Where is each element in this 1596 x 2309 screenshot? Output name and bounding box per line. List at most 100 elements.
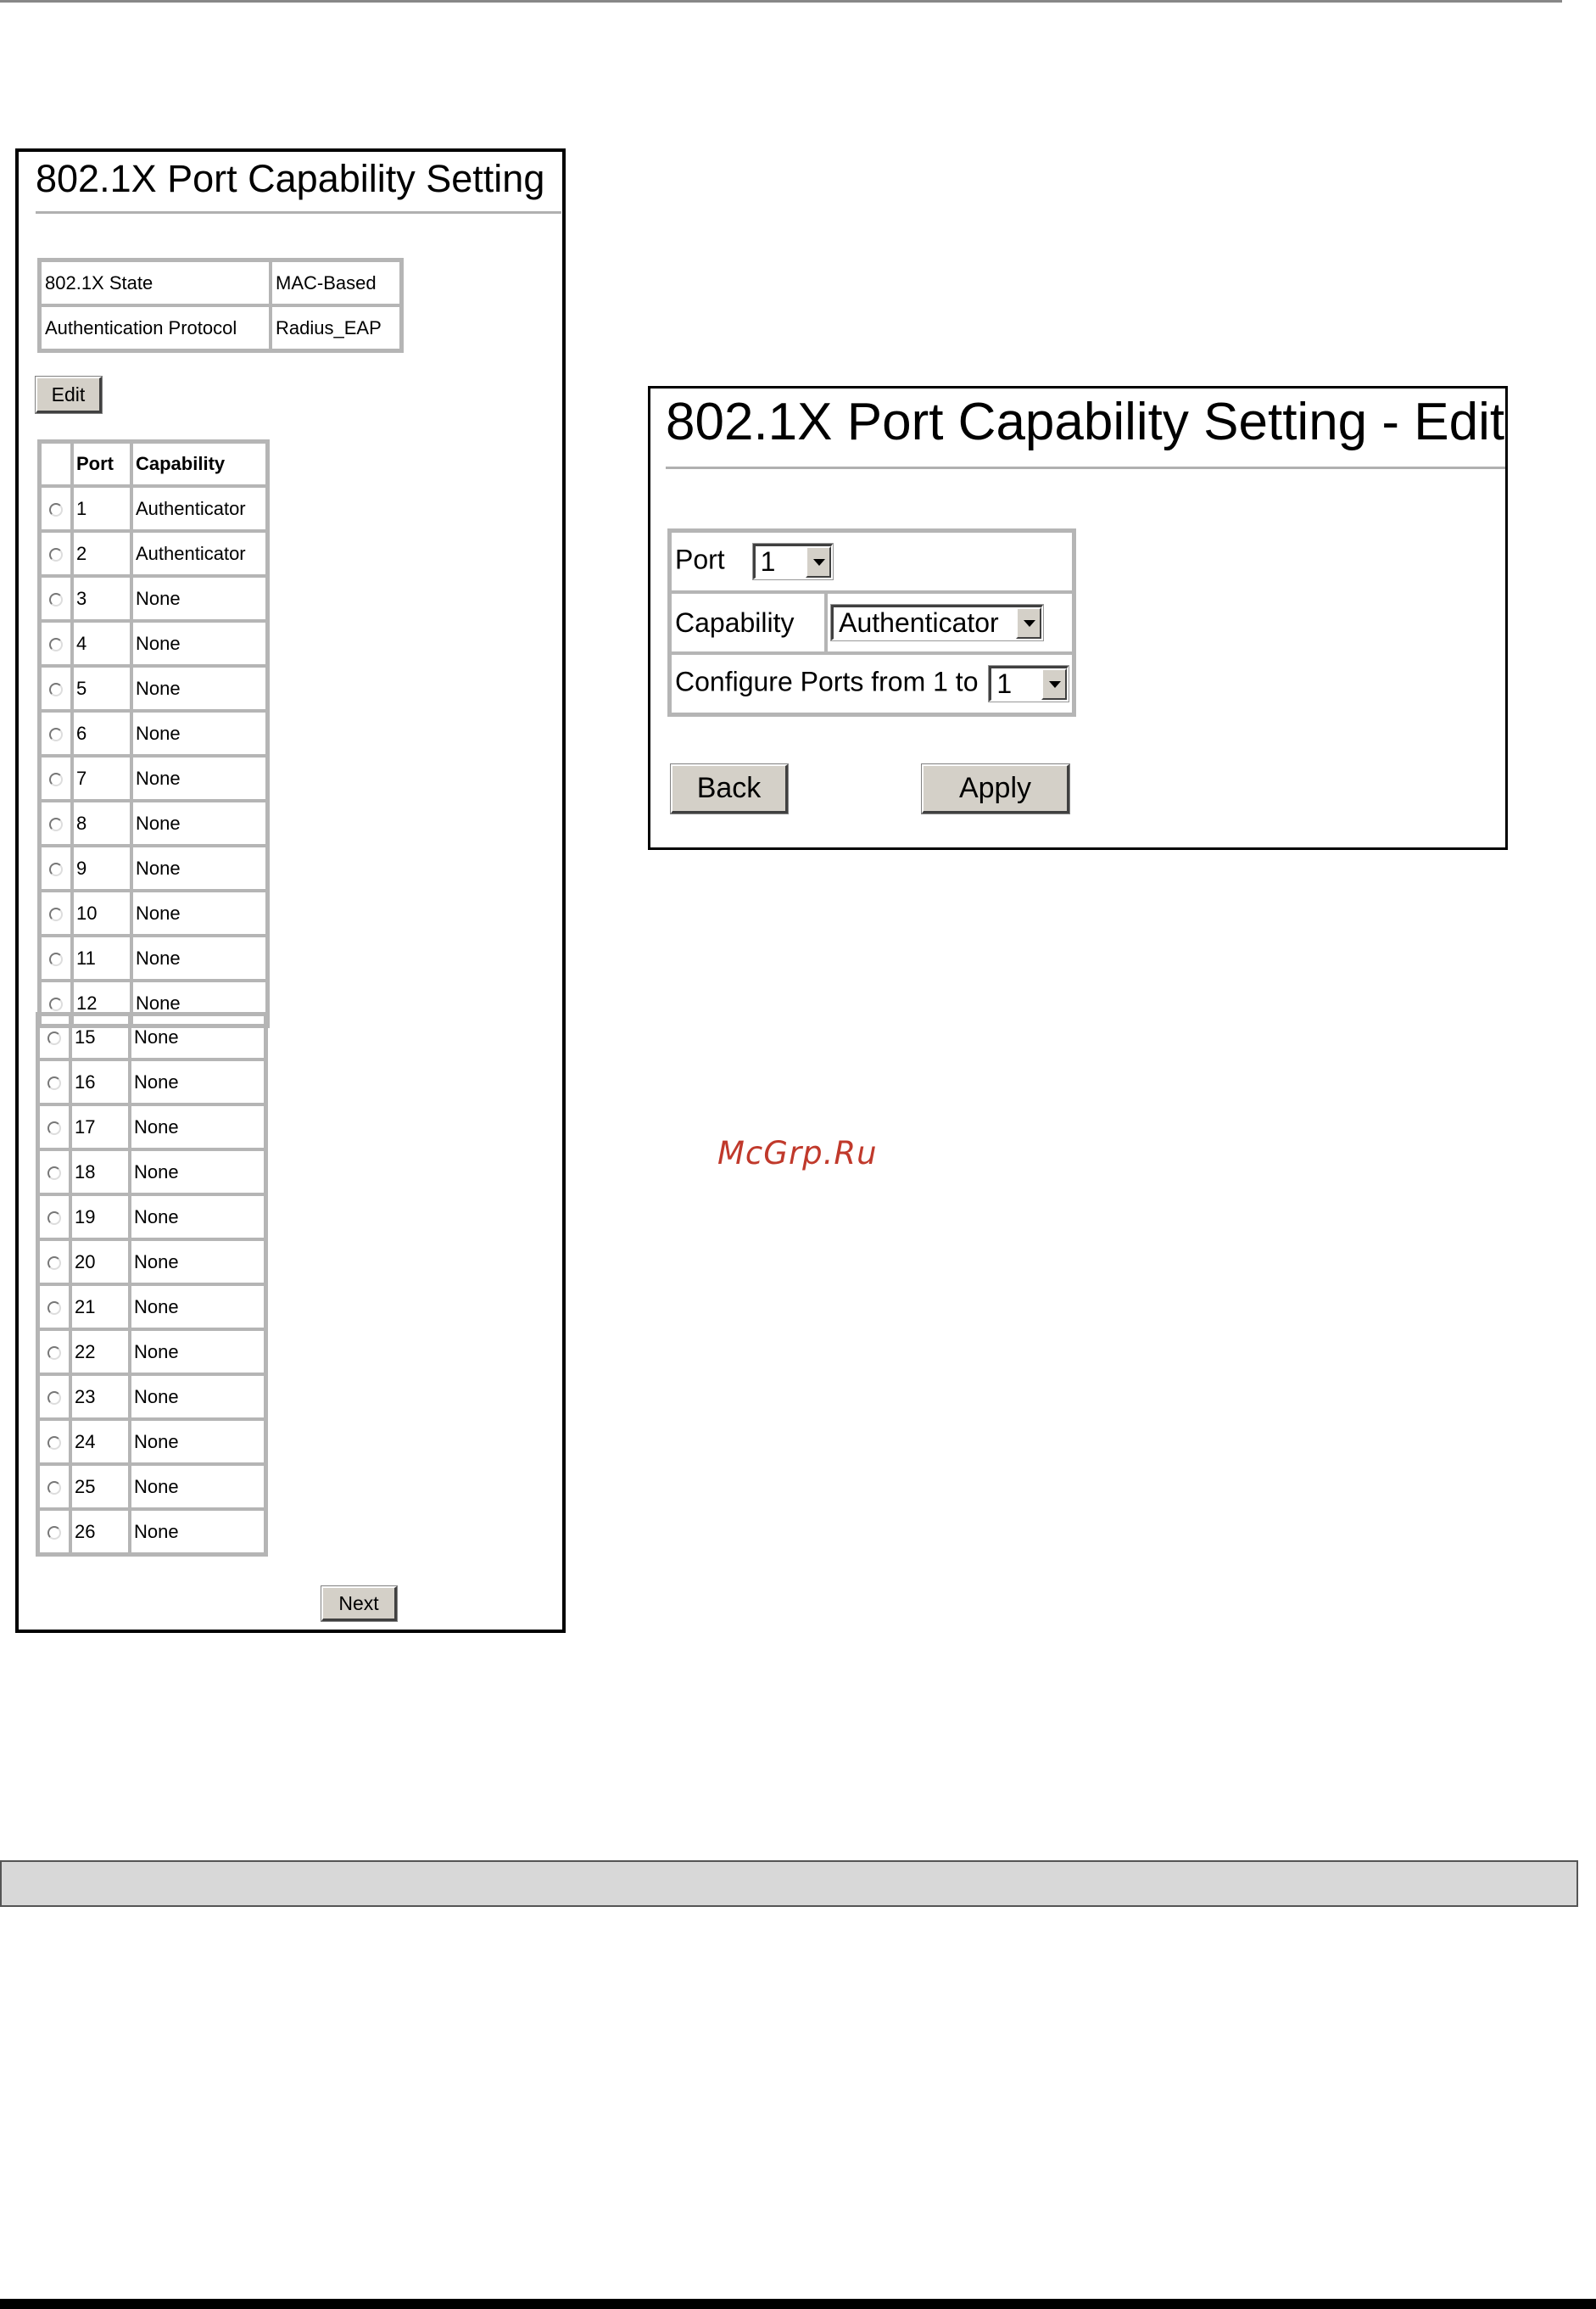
port-radio[interactable]: [47, 1480, 61, 1495]
table-row: 8 None: [40, 801, 267, 846]
port-cell: 10: [72, 891, 131, 936]
port-column-header: Port: [72, 442, 131, 486]
port-radio[interactable]: [47, 1031, 61, 1045]
table-row: 4 None: [40, 621, 267, 666]
port-radio[interactable]: [49, 997, 63, 1011]
port-radio[interactable]: [49, 682, 63, 696]
capability-cell: None: [131, 891, 267, 936]
port-radio[interactable]: [47, 1345, 61, 1360]
capability-cell: Authenticator: [131, 486, 267, 531]
port-cell: 19: [70, 1194, 130, 1239]
configure-ports-select[interactable]: 1: [988, 665, 1070, 702]
port-table-top: Port Capability 1 Authenticator 2 Authentic…: [37, 439, 270, 1028]
port-cell: 2: [72, 531, 131, 576]
page-title: 802.1X Port Capability Setting: [36, 157, 545, 200]
port-radio[interactable]: [49, 727, 63, 741]
capability-cell: None: [130, 1509, 265, 1554]
table-row: 5 None: [40, 666, 267, 711]
port-cell: 15: [70, 1015, 130, 1059]
capability-cell: None: [130, 1104, 265, 1149]
capability-cell: None: [131, 756, 267, 801]
port-radio[interactable]: [49, 817, 63, 831]
capability-cell: None: [131, 711, 267, 756]
edit-button[interactable]: Edit: [35, 376, 103, 414]
port-cell: 8: [72, 801, 131, 846]
port-radio[interactable]: [49, 547, 63, 562]
watermark-text: McGrp.Ru: [717, 1135, 878, 1171]
capability-cell: None: [130, 1419, 265, 1464]
capability-select[interactable]: Authenticator: [830, 604, 1045, 641]
port-cell: 25: [70, 1464, 130, 1509]
port-radio[interactable]: [49, 592, 63, 607]
port-radio[interactable]: [47, 1525, 61, 1540]
capability-cell: None: [131, 846, 267, 891]
port-cell: 1: [72, 486, 131, 531]
capability-cell: None: [130, 1284, 265, 1329]
capability-cell: None: [131, 666, 267, 711]
port-cell: 11: [72, 936, 131, 981]
table-row: 3 None: [40, 576, 267, 621]
port-cell: 20: [70, 1239, 130, 1284]
table-row: 21 None: [38, 1284, 265, 1329]
port-radio[interactable]: [47, 1300, 61, 1315]
port-radio[interactable]: [47, 1435, 61, 1450]
table-row: 6 None: [40, 711, 267, 756]
port-radio[interactable]: [47, 1076, 61, 1090]
apply-button[interactable]: Apply: [921, 763, 1070, 814]
port-label: Port: [675, 544, 725, 575]
capability-select-value: Authenticator: [839, 607, 999, 638]
top-rule: [0, 0, 1562, 3]
table-header-row: Port Capability: [40, 442, 267, 486]
protocol-value: Radius_EAP: [271, 305, 401, 350]
table-row: 2 Authenticator: [40, 531, 267, 576]
info-row-state: 802.1X State MAC-Based: [40, 260, 401, 305]
table-row: 22 None: [38, 1329, 265, 1374]
back-button[interactable]: Back: [670, 763, 789, 814]
port-cell: 5: [72, 666, 131, 711]
port-radio[interactable]: [47, 1166, 61, 1180]
port-radio[interactable]: [47, 1255, 61, 1270]
chevron-down-icon: [1041, 668, 1068, 700]
capability-cell: None: [131, 576, 267, 621]
port-cell: 26: [70, 1509, 130, 1554]
title-divider: [36, 211, 561, 214]
port-radio[interactable]: [47, 1210, 61, 1225]
capability-cell: None: [130, 1194, 265, 1239]
chevron-down-icon: [1016, 607, 1042, 639]
port-radio[interactable]: [47, 1390, 61, 1405]
capability-cell: None: [130, 1239, 265, 1284]
port-radio[interactable]: [47, 1121, 61, 1135]
capability-cell: None: [130, 1015, 265, 1059]
edit-page-title: 802.1X Port Capability Setting - Edit: [666, 393, 1505, 451]
select-column-header: [40, 442, 72, 486]
table-row: 11 None: [40, 936, 267, 981]
table-row: 20 None: [38, 1239, 265, 1284]
port-cell: 9: [72, 846, 131, 891]
table-row: 10 None: [40, 891, 267, 936]
table-row: 17 None: [38, 1104, 265, 1149]
port-radio[interactable]: [49, 952, 63, 966]
port-radio[interactable]: [49, 772, 63, 786]
table-row: 25 None: [38, 1464, 265, 1509]
port-radio[interactable]: [49, 637, 63, 651]
port-radio[interactable]: [49, 907, 63, 921]
configure-row: Configure Ports from 1 to 1: [670, 653, 1074, 714]
edit-form-table: Port 1 Capability Authenticator Configur…: [667, 528, 1077, 717]
capability-cell: Authenticator: [131, 531, 267, 576]
capability-cell: None: [130, 1464, 265, 1509]
configure-ports-label: Configure Ports from 1 to: [675, 666, 979, 697]
table-row: 19 None: [38, 1194, 265, 1239]
port-radio[interactable]: [49, 502, 63, 517]
state-value: MAC-Based: [271, 260, 401, 305]
capability-cell: None: [131, 801, 267, 846]
port-cell: 4: [72, 621, 131, 666]
table-row: 26 None: [38, 1509, 265, 1554]
port-radio[interactable]: [49, 862, 63, 876]
table-row: 1 Authenticator: [40, 486, 267, 531]
port-cell: 3: [72, 576, 131, 621]
configure-ports-select-value: 1: [996, 668, 1013, 699]
next-button[interactable]: Next: [321, 1585, 398, 1622]
table-row: 15 None: [38, 1015, 265, 1059]
port-select[interactable]: 1: [751, 543, 834, 580]
bottom-rule: [0, 2299, 1596, 2309]
